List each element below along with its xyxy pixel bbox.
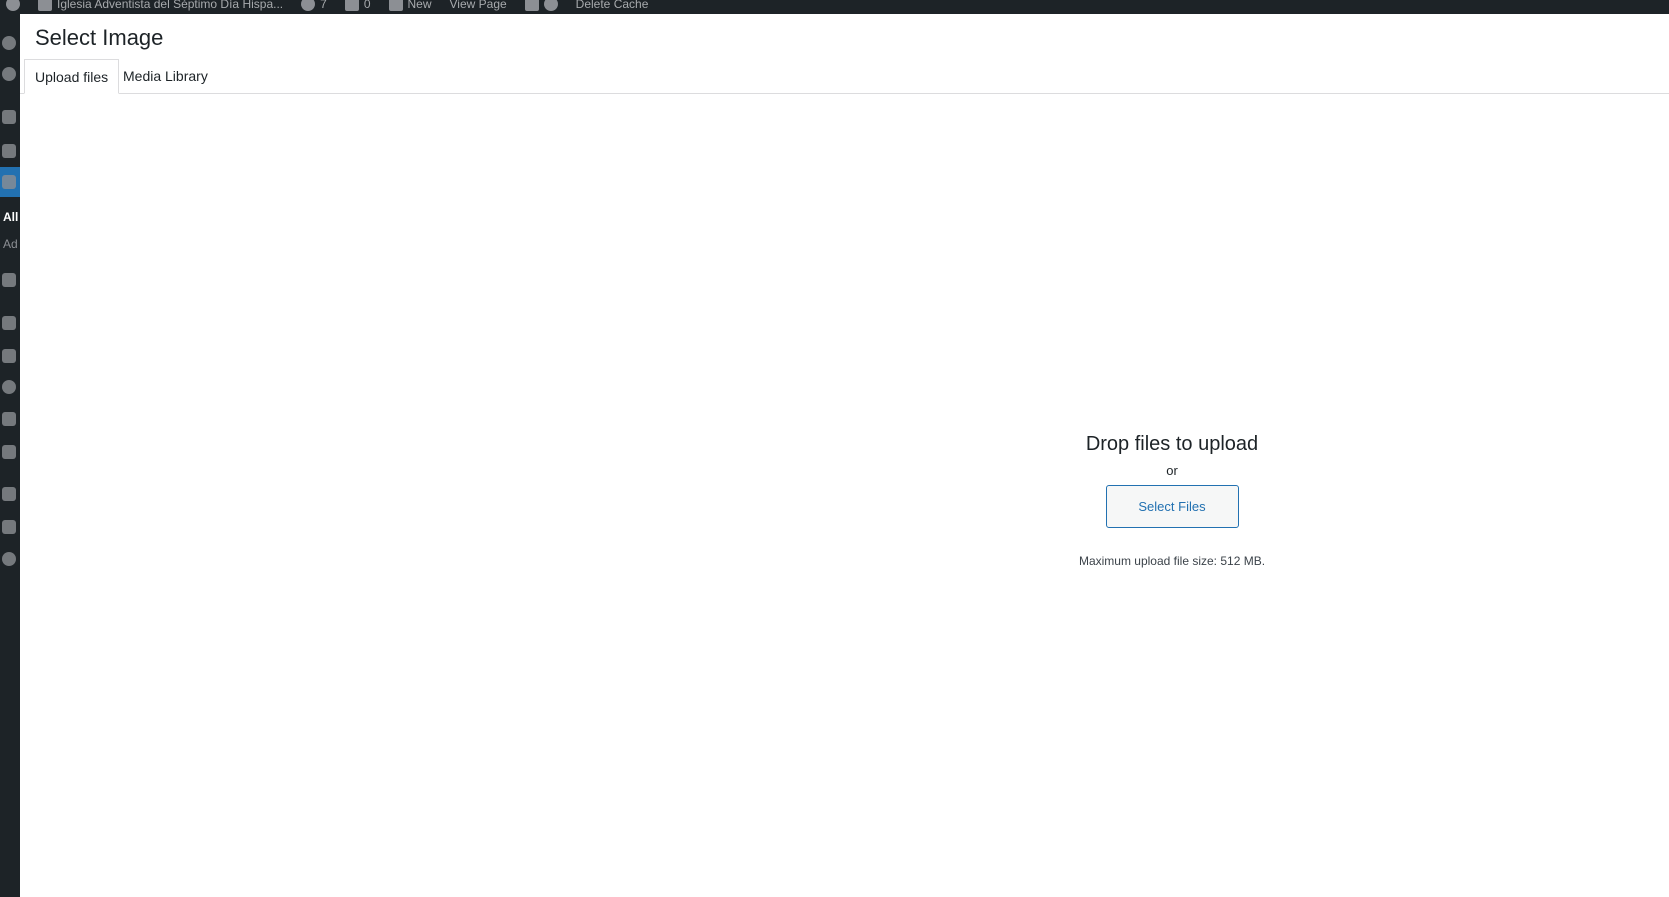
view-page-item[interactable]: View Page bbox=[444, 0, 513, 11]
comment-icon bbox=[344, 0, 359, 11]
site-name-item[interactable]: Iglesia Adventista del Séptimo Día Hispa… bbox=[32, 0, 289, 11]
upload-instructions: Drop files to upload or Select Files Max… bbox=[1052, 430, 1292, 569]
delete-cache-item[interactable]: Delete Cache bbox=[570, 0, 655, 11]
comments-icon[interactable] bbox=[2, 273, 16, 287]
new-label: New bbox=[407, 0, 432, 11]
new-content-item[interactable]: New bbox=[383, 0, 438, 11]
appearance-icon[interactable] bbox=[2, 316, 16, 330]
admin-bar: Iglesia Adventista del Séptimo Día Hispa… bbox=[0, 0, 1669, 14]
delete-cache-label: Delete Cache bbox=[575, 0, 649, 11]
jetpack-icon[interactable] bbox=[2, 67, 16, 81]
media-router: Upload files Media Library bbox=[20, 59, 1669, 94]
home-icon bbox=[38, 0, 52, 11]
pages-icon[interactable] bbox=[2, 175, 16, 189]
sidebar-subitem-add[interactable]: Ad bbox=[3, 237, 18, 251]
tools-icon[interactable] bbox=[2, 412, 16, 426]
users-icon[interactable] bbox=[2, 380, 16, 394]
upload-drop-zone[interactable]: Drop files to upload or Select Files Max… bbox=[20, 94, 1669, 897]
collapse-menu-icon[interactable] bbox=[2, 552, 16, 566]
yoast-item[interactable] bbox=[519, 0, 564, 11]
yoast-icon bbox=[524, 0, 539, 11]
media-icon[interactable] bbox=[2, 144, 16, 158]
edit-pencil-icon[interactable] bbox=[2, 520, 16, 534]
modal-title: Select Image bbox=[35, 25, 164, 50]
plugins-icon[interactable] bbox=[2, 349, 16, 363]
comments-count: 0 bbox=[363, 0, 371, 11]
updates-count: 7 bbox=[320, 0, 327, 11]
status-dot-icon bbox=[543, 0, 558, 11]
updates-item[interactable]: 7 bbox=[295, 0, 333, 11]
yoast-seo-icon[interactable] bbox=[2, 487, 16, 501]
settings-icon[interactable] bbox=[2, 445, 16, 459]
posts-pin-icon[interactable] bbox=[2, 110, 16, 124]
tab-media-library[interactable]: Media Library bbox=[113, 59, 218, 93]
or-separator: or bbox=[1166, 463, 1178, 478]
admin-bar-items: Iglesia Adventista del Séptimo Día Hispa… bbox=[0, 0, 654, 14]
media-modal: Select Image Upload files Media Library … bbox=[20, 14, 1669, 897]
select-files-button[interactable]: Select Files bbox=[1105, 485, 1239, 528]
tab-upload-files[interactable]: Upload files bbox=[24, 59, 120, 94]
wordpress-logo-item[interactable] bbox=[0, 0, 26, 11]
sidebar-subitem-all[interactable]: All bbox=[3, 210, 18, 224]
dashboard-icon[interactable] bbox=[2, 36, 16, 50]
drop-files-heading: Drop files to upload bbox=[1085, 433, 1259, 455]
updates-icon bbox=[301, 0, 316, 11]
plus-icon bbox=[388, 0, 403, 11]
wordpress-logo-icon bbox=[6, 0, 20, 11]
comments-item[interactable]: 0 bbox=[339, 0, 377, 11]
admin-sidebar: All Ad bbox=[0, 14, 20, 897]
view-page-label: View Page bbox=[449, 0, 507, 11]
max-upload-size-note: Maximum upload file size: 512 MB. bbox=[1078, 554, 1266, 568]
site-name: Iglesia Adventista del Séptimo Día Hispa… bbox=[57, 0, 284, 11]
